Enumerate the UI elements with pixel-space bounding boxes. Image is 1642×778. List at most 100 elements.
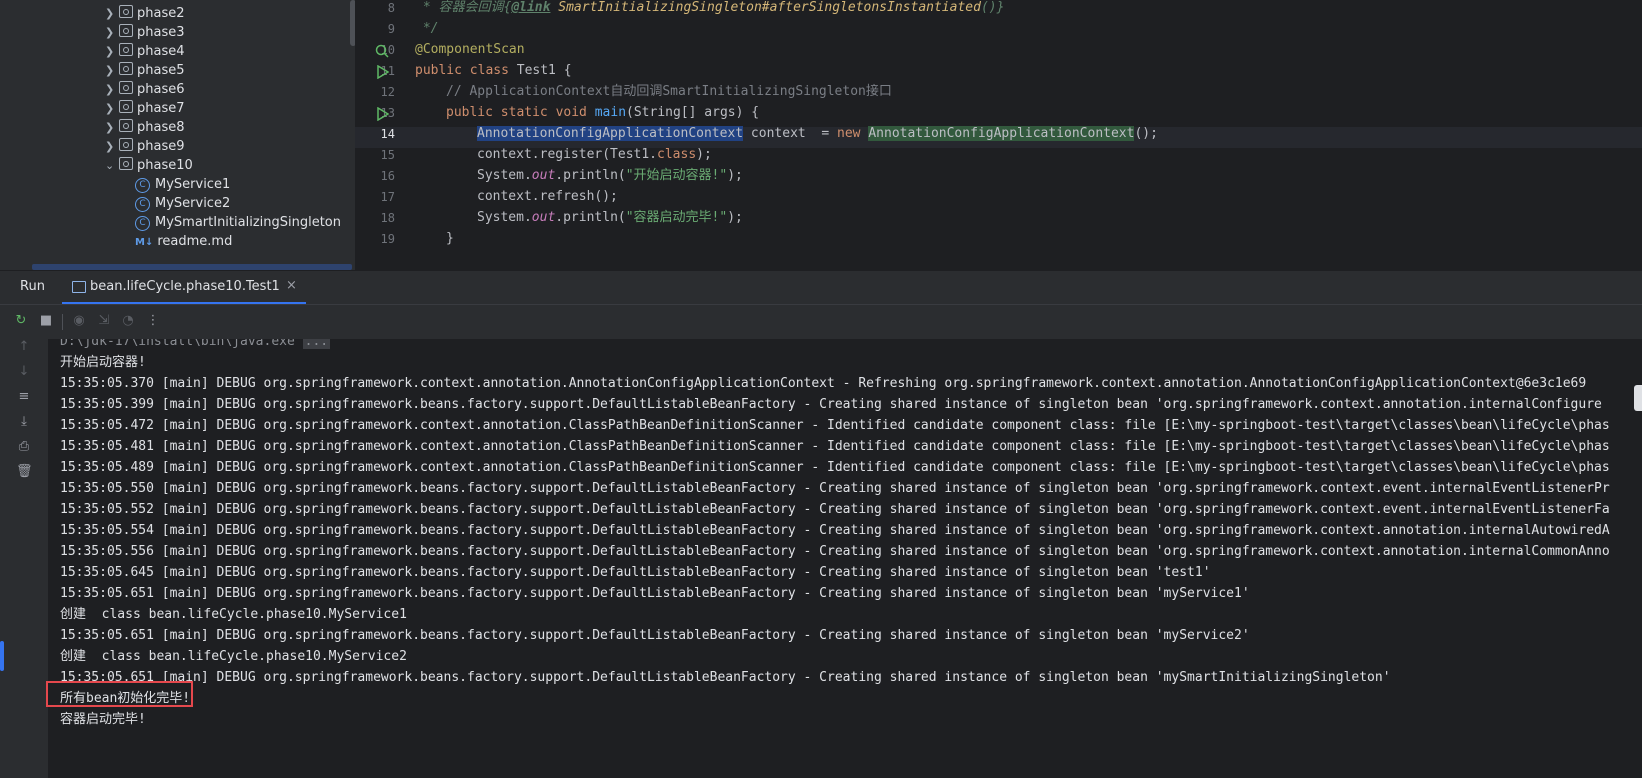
- tree-item-phase2[interactable]: ❯ phase2: [105, 4, 185, 24]
- run-toolbar: ↻ ■ ◉ ⇲ ◔ ⋮: [0, 304, 1642, 340]
- stop-icon[interactable]: ■: [38, 313, 54, 329]
- tree-item-phase4[interactable]: ❯ phase4: [105, 42, 185, 62]
- tree-item-phase8[interactable]: ❯ phase8: [105, 118, 185, 138]
- run-icon[interactable]: [377, 65, 389, 79]
- console-output[interactable]: D:\jdk-17\install\bin\java.exe ... 开始启动容…: [48, 339, 1642, 778]
- package-icon: [119, 81, 133, 94]
- tree-item-readme[interactable]: M↓ readme.md: [135, 232, 232, 252]
- soft-wrap-icon[interactable]: ≡: [16, 389, 32, 405]
- line-number: 9: [387, 22, 395, 36]
- profiler-icon[interactable]: ◔: [120, 313, 136, 329]
- package-icon: [119, 138, 133, 151]
- run-tool-window-header: Run bean.lifeCycle.phase10.Test1 ×: [0, 270, 1642, 305]
- chevron-right-icon[interactable]: ❯: [105, 61, 119, 81]
- code-line-12: // ApplicationContext自动回调SmartInitializi…: [446, 84, 892, 99]
- code-line-19: }: [446, 231, 454, 246]
- package-icon: [119, 43, 133, 56]
- left-edge-strip: [0, 0, 10, 270]
- rerun-icon[interactable]: ↻: [13, 313, 29, 329]
- console-line: 15:35:05.645 [main] DEBUG org.springfram…: [60, 565, 1211, 580]
- close-icon[interactable]: ×: [286, 278, 297, 293]
- run-tab-test1[interactable]: bean.lifeCycle.phase10.Test1 ×: [62, 271, 306, 305]
- tree-item-phase3[interactable]: ❯ phase3: [105, 23, 185, 43]
- code-line-10: @ComponentScan: [415, 42, 525, 57]
- code-editor[interactable]: 8 9 10 11 12 13 14 15 16 17 18 19 * 容器会回…: [355, 0, 1642, 270]
- console-side-toolbar: ↑ ↓ ≡ ⤓ ⎙ 🗑: [0, 339, 48, 778]
- run-icon[interactable]: [377, 107, 389, 121]
- code-line-8: * 容器会回调{@link SmartInitializingSingleton…: [415, 0, 1005, 15]
- code-line-16: System.out.println("开始启动容器!");: [477, 168, 743, 183]
- more-options-icon[interactable]: ⋮: [145, 313, 161, 329]
- console-line: 15:35:05.481 [main] DEBUG org.springfram…: [60, 439, 1610, 454]
- line-number: 16: [380, 169, 395, 183]
- package-icon: [119, 62, 133, 75]
- code-line-15: context.register(Test1.class);: [477, 147, 712, 162]
- line-number: 17: [380, 190, 395, 204]
- chevron-right-icon[interactable]: ❯: [105, 99, 119, 119]
- line-number: 11: [380, 64, 395, 78]
- console-line: 15:35:05.399 [main] DEBUG org.springfram…: [60, 397, 1602, 412]
- console-line: 15:35:05.489 [main] DEBUG org.springfram…: [60, 460, 1610, 475]
- markdown-icon: M↓: [135, 237, 154, 248]
- console-line: 15:35:05.651 [main] DEBUG org.springfram…: [60, 586, 1250, 601]
- arrow-down-icon[interactable]: ↓: [16, 364, 32, 380]
- class-icon: C: [135, 197, 150, 212]
- application-icon: [72, 281, 86, 293]
- tree-item-phase7[interactable]: ❯ phase7: [105, 99, 185, 119]
- console-line: 15:35:05.550 [main] DEBUG org.springfram…: [60, 481, 1610, 496]
- chevron-right-icon[interactable]: ❯: [105, 23, 119, 43]
- print-icon[interactable]: ⎙: [16, 439, 32, 455]
- package-icon: [119, 100, 133, 113]
- chevron-right-icon[interactable]: ❯: [105, 42, 119, 62]
- console-line: 创建 class bean.lifeCycle.phase10.MyServic…: [60, 607, 407, 622]
- console-line: 容器启动完毕!: [60, 712, 146, 727]
- tree-item-phase9[interactable]: ❯ phase9: [105, 137, 185, 157]
- tree-item-phase10[interactable]: ⌄ phase10: [105, 156, 193, 176]
- package-icon: [119, 24, 133, 37]
- scroll-indicator[interactable]: [1634, 385, 1642, 411]
- class-icon: C: [135, 178, 150, 193]
- chevron-right-icon[interactable]: ❯: [105, 4, 119, 24]
- tree-item-myservice2[interactable]: C MyService2: [135, 194, 230, 214]
- console-line: 创建 class bean.lifeCycle.phase10.MyServic…: [60, 649, 407, 664]
- console-line: 15:35:05.552 [main] DEBUG org.springfram…: [60, 502, 1610, 517]
- tree-item-myservice1[interactable]: C MyService1: [135, 175, 230, 195]
- chevron-right-icon[interactable]: ❯: [105, 80, 119, 100]
- import-icon[interactable]: ⇲: [96, 313, 112, 329]
- tree-item-phase6[interactable]: ❯ phase6: [105, 80, 185, 100]
- highlight-annotation-box: [46, 681, 193, 707]
- line-number: 12: [380, 85, 395, 99]
- code-line-18: System.out.println("容器启动完毕!");: [477, 210, 743, 225]
- camera-icon[interactable]: ◉: [71, 313, 87, 329]
- tree-item-phase5[interactable]: ❯ phase5: [105, 61, 185, 81]
- package-icon: [119, 5, 133, 18]
- package-icon: [119, 119, 133, 132]
- code-line-14: AnnotationConfigApplicationContext conte…: [477, 126, 1158, 141]
- code-line-11: public class Test1 {: [415, 63, 572, 78]
- line-number: 18: [380, 211, 395, 225]
- console-line: 15:35:05.651 [main] DEBUG org.springfram…: [60, 670, 1391, 685]
- console-line: 15:35:05.472 [main] DEBUG org.springfram…: [60, 418, 1610, 433]
- code-line-9: */: [415, 21, 439, 36]
- console-line: 15:35:05.554 [main] DEBUG org.springfram…: [60, 523, 1610, 538]
- tree-item-mysmartinitializingsingleton[interactable]: C MySmartInitializingSingleton: [135, 213, 341, 233]
- chevron-right-icon[interactable]: ❯: [105, 137, 119, 157]
- console-line: 15:35:05.556 [main] DEBUG org.springfram…: [60, 544, 1610, 559]
- class-icon: C: [135, 216, 150, 231]
- project-tree: ❯ phase2 ❯ phase3 ❯ phase4 ❯ phase5 ❯ phase6 …: [10, 0, 355, 270]
- line-number: 13: [380, 106, 395, 120]
- scroll-to-end-icon[interactable]: ⤓: [16, 414, 32, 430]
- expand-command-button[interactable]: ...: [302, 339, 331, 349]
- chevron-right-icon[interactable]: ❯: [105, 118, 119, 138]
- arrow-up-icon[interactable]: ↑: [16, 339, 32, 355]
- line-number: 14: [380, 127, 395, 141]
- chevron-down-icon[interactable]: ⌄: [105, 156, 119, 176]
- trash-icon[interactable]: 🗑: [16, 464, 33, 480]
- package-icon: [119, 157, 133, 170]
- bookmark-marker: [0, 641, 4, 671]
- toolbar-divider: [62, 314, 63, 330]
- code-line-13: public static void main(String[] args) {: [446, 105, 760, 120]
- console-line: 15:35:05.651 [main] DEBUG org.springfram…: [60, 628, 1250, 643]
- bean-scan-icon[interactable]: [375, 44, 389, 58]
- line-number: 15: [380, 148, 395, 162]
